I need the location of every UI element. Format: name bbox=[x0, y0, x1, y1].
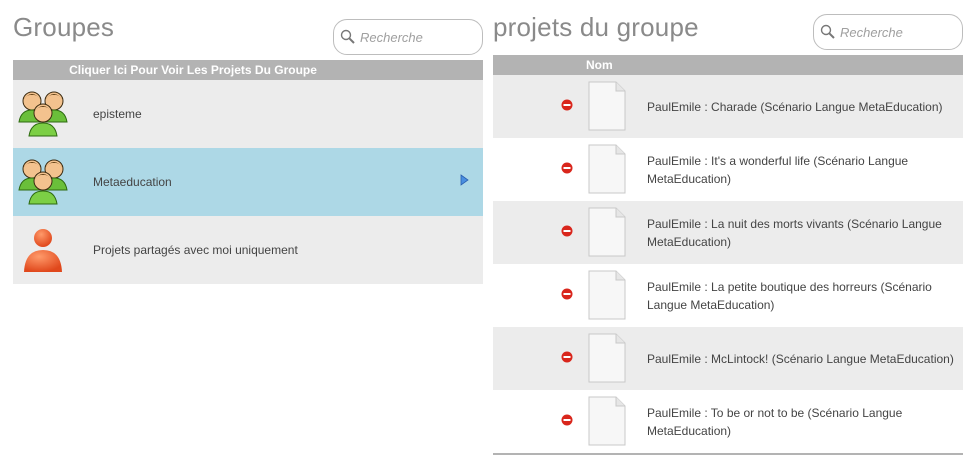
project-row[interactable]: PaulEmile : To be or not to be (Scénario… bbox=[493, 390, 963, 453]
document-icon bbox=[588, 207, 626, 257]
remove-icon[interactable] bbox=[561, 99, 573, 111]
project-row[interactable]: PaulEmile : It's a wonderful life (Scéna… bbox=[493, 138, 963, 201]
project-row[interactable]: PaulEmile : Charade (Scénario Langue Met… bbox=[493, 75, 963, 138]
projects-header-name[interactable]: Nom bbox=[493, 55, 963, 75]
project-label: PaulEmile : La petite boutique des horre… bbox=[647, 279, 932, 312]
document-icon bbox=[588, 81, 626, 131]
document-icon bbox=[588, 333, 626, 383]
remove-icon[interactable] bbox=[561, 162, 573, 174]
search-icon bbox=[820, 24, 835, 39]
project-label: PaulEmile : To be or not to be (Scénario… bbox=[647, 405, 903, 438]
document-icon bbox=[588, 144, 626, 194]
project-row[interactable]: PaulEmile : La petite boutique des horre… bbox=[493, 264, 963, 327]
group-icon bbox=[18, 91, 68, 137]
projects-list: PaulEmile : Charade (Scénario Langue Met… bbox=[493, 75, 963, 453]
group-item-label: Projets partagés avec moi uniquement bbox=[93, 243, 298, 257]
user-icon bbox=[24, 229, 62, 272]
groups-search-input[interactable] bbox=[360, 29, 470, 45]
group-icon bbox=[18, 159, 68, 205]
group-item-label: episteme bbox=[93, 107, 142, 121]
remove-icon[interactable] bbox=[561, 414, 573, 426]
projects-search[interactable] bbox=[813, 14, 963, 50]
groups-list: episteme Metaeducation Projets partagés … bbox=[13, 80, 483, 284]
project-label: PaulEmile : La nuit des morts vivants (S… bbox=[647, 216, 942, 249]
remove-icon[interactable] bbox=[561, 288, 573, 300]
remove-icon[interactable] bbox=[561, 351, 573, 363]
group-item-episteme[interactable]: episteme bbox=[13, 80, 483, 148]
project-row[interactable]: PaulEmile : McLintock! (Scénario Langue … bbox=[493, 327, 963, 390]
project-label: PaulEmile : Charade (Scénario Langue Met… bbox=[647, 99, 943, 114]
remove-icon[interactable] bbox=[561, 225, 573, 237]
project-label: PaulEmile : McLintock! (Scénario Langue … bbox=[647, 351, 954, 366]
project-row[interactable]: PaulEmile : La nuit des morts vivants (S… bbox=[493, 201, 963, 264]
document-icon bbox=[588, 270, 626, 320]
groups-header[interactable]: Cliquer Ici Pour Voir Les Projets Du Gro… bbox=[13, 60, 483, 80]
chevron-right-icon bbox=[460, 174, 469, 186]
group-item-shared-projects[interactable]: Projets partagés avec moi uniquement bbox=[13, 216, 483, 284]
project-label: PaulEmile : It's a wonderful life (Scéna… bbox=[647, 153, 909, 186]
document-icon bbox=[588, 396, 626, 446]
groups-search[interactable] bbox=[333, 19, 483, 55]
groups-title: Groupes bbox=[13, 12, 115, 42]
projects-title: projets du groupe bbox=[493, 12, 699, 42]
projects-search-input[interactable] bbox=[840, 24, 950, 40]
search-icon bbox=[340, 29, 355, 44]
group-item-metaeducation[interactable]: Metaeducation bbox=[13, 148, 483, 216]
group-item-label: Metaeducation bbox=[93, 175, 172, 189]
list-bottom-divider bbox=[493, 453, 963, 455]
